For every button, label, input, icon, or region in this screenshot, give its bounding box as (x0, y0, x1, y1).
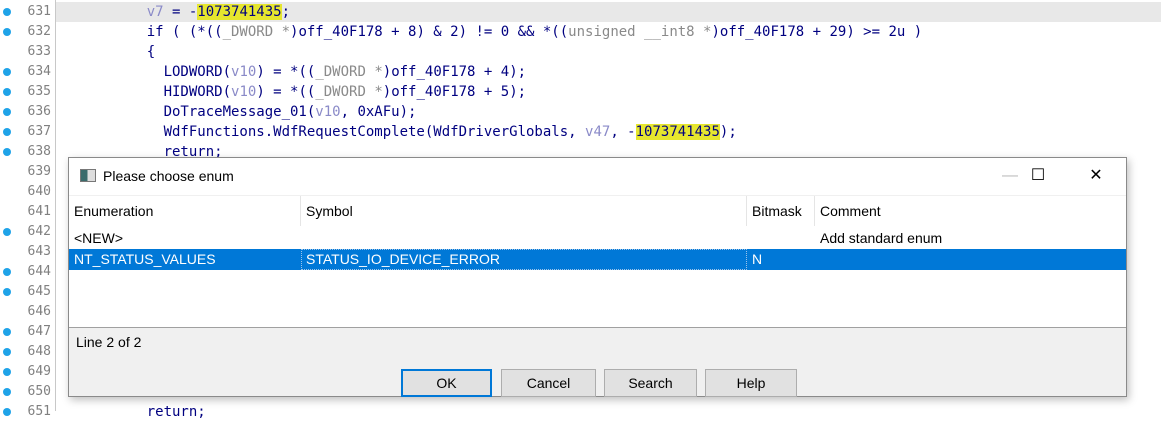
code-line[interactable]: if ( (*((_DWORD *)off_40F178 + 8) & 2) !… (56, 22, 1161, 42)
code-token: v10 (231, 64, 257, 80)
column-header-bitmask[interactable]: Bitmask (747, 196, 815, 226)
code-token: )off_40F178 + 29) >= 2u ) (711, 24, 923, 40)
code-token: HIDWORD( (113, 84, 232, 100)
highlighted-number: 1073741435 (197, 4, 282, 20)
help-button[interactable]: Help (705, 369, 797, 397)
code-token: unsigned __int8 * (568, 24, 712, 40)
code-token: ); (719, 124, 737, 140)
code-line[interactable]: LODWORD(v10) = *((_DWORD *)off_40F178 + … (56, 62, 1161, 82)
line-number: 642 (27, 224, 51, 239)
ok-button[interactable]: OK (401, 369, 492, 397)
cell-comment (815, 249, 820, 270)
code-line[interactable]: DoTraceMessage_01(v10, 0xAFu); (56, 102, 1161, 122)
line-number: 631 (27, 4, 51, 19)
table-row-selected[interactable]: NT_STATUS_VALUES STATUS_IO_DEVICE_ERROR … (69, 249, 1126, 270)
line-number: 633 (27, 44, 51, 59)
code-token: ; (281, 4, 291, 20)
code-line[interactable]: v7 = -1073741435; (56, 2, 1161, 22)
close-button[interactable]: ✕ (1073, 158, 1119, 195)
line-number-gutter: 631 632 633 634 635 636 637 638 639 640 641 642 643 6… (0, 0, 56, 419)
search-button[interactable]: Search (604, 369, 697, 397)
choose-enum-dialog: Please choose enum — ☐ ✕ Enumeration Sym… (68, 157, 1127, 397)
enum-table[interactable]: Enumeration Symbol Bitmask Comment <NEW>… (69, 196, 1126, 328)
cell-enumeration: NT_STATUS_VALUES (74, 251, 216, 267)
cell-bitmask: N (752, 251, 763, 267)
line-number: 647 (27, 324, 51, 339)
line-number: 632 (27, 24, 51, 39)
status-text: Line 2 of 2 (76, 334, 142, 350)
line-number: 646 (27, 304, 51, 319)
line-number: 645 (27, 284, 51, 299)
code-token: )off_40F178 + 5); (382, 84, 527, 100)
code-token: )off_40F178 + 8) & 2) != 0 && *(( (290, 24, 569, 40)
code-token: _DWORD * (315, 64, 383, 80)
code-token: v7 (146, 4, 164, 20)
code-token: ) = *(( (256, 84, 316, 100)
line-number: 640 (27, 184, 51, 199)
table-row[interactable]: <NEW> Add standard enum (69, 228, 1126, 249)
highlighted-number: 1073741435 (635, 124, 720, 140)
line-number: 643 (27, 244, 51, 259)
line-number: 649 (27, 364, 51, 379)
line-number: 639 (27, 164, 51, 179)
code-token: return; (113, 404, 206, 420)
code-token: )off_40F178 + 4); (382, 64, 527, 80)
line-number: 651 (27, 404, 51, 419)
cell-symbol: STATUS_IO_DEVICE_ERROR (301, 249, 747, 270)
code-token: , - (610, 124, 636, 140)
cancel-button[interactable]: Cancel (501, 369, 596, 397)
column-header-comment[interactable]: Comment (815, 196, 1126, 226)
code-token: v10 (315, 104, 341, 120)
code-token: = - (163, 4, 198, 20)
code-line[interactable]: HIDWORD(v10) = *((_DWORD *)off_40F178 + … (56, 82, 1161, 102)
line-number: 650 (27, 384, 51, 399)
line-number: 648 (27, 344, 51, 359)
line-number: 635 (27, 84, 51, 99)
line-number: 638 (27, 144, 51, 159)
code-token: v10 (231, 84, 257, 100)
code-line[interactable]: return; (56, 402, 1161, 422)
code-token: , 0xAFu); (340, 104, 417, 120)
code-token: ) = *(( (256, 64, 316, 80)
line-number: 636 (27, 104, 51, 119)
column-header-symbol[interactable]: Symbol (301, 196, 747, 226)
cell-enumeration: <NEW> (74, 230, 124, 246)
maximize-button[interactable]: ☐ (1015, 158, 1061, 195)
line-number: 641 (27, 204, 51, 219)
code-line[interactable]: WdfFunctions.WdfRequestComplete(WdfDrive… (56, 122, 1161, 142)
code-token: DoTraceMessage_01( (113, 104, 316, 120)
cell-bitmask (747, 228, 752, 249)
code-token: if ( (*(( (113, 24, 223, 40)
dialog-title-bar[interactable]: Please choose enum — ☐ ✕ (69, 158, 1126, 195)
column-header-enumeration[interactable]: Enumeration (69, 196, 301, 226)
dialog-title: Please choose enum (103, 168, 234, 184)
cell-comment: Add standard enum (820, 230, 943, 246)
code-token: _DWORD * (222, 24, 291, 40)
window-icon (80, 169, 96, 182)
code-token: LODWORD( (113, 64, 232, 80)
cell-symbol (301, 228, 306, 249)
code-token: v47 (585, 124, 611, 140)
line-number: 644 (27, 264, 51, 279)
code-token: _DWORD * (315, 84, 383, 100)
code-line[interactable]: { (56, 42, 1161, 62)
code-token: { (113, 44, 156, 60)
line-number: 637 (27, 124, 51, 139)
line-number: 634 (27, 64, 51, 79)
code-token: WdfFunctions.WdfRequestComplete(WdfDrive… (113, 124, 586, 140)
